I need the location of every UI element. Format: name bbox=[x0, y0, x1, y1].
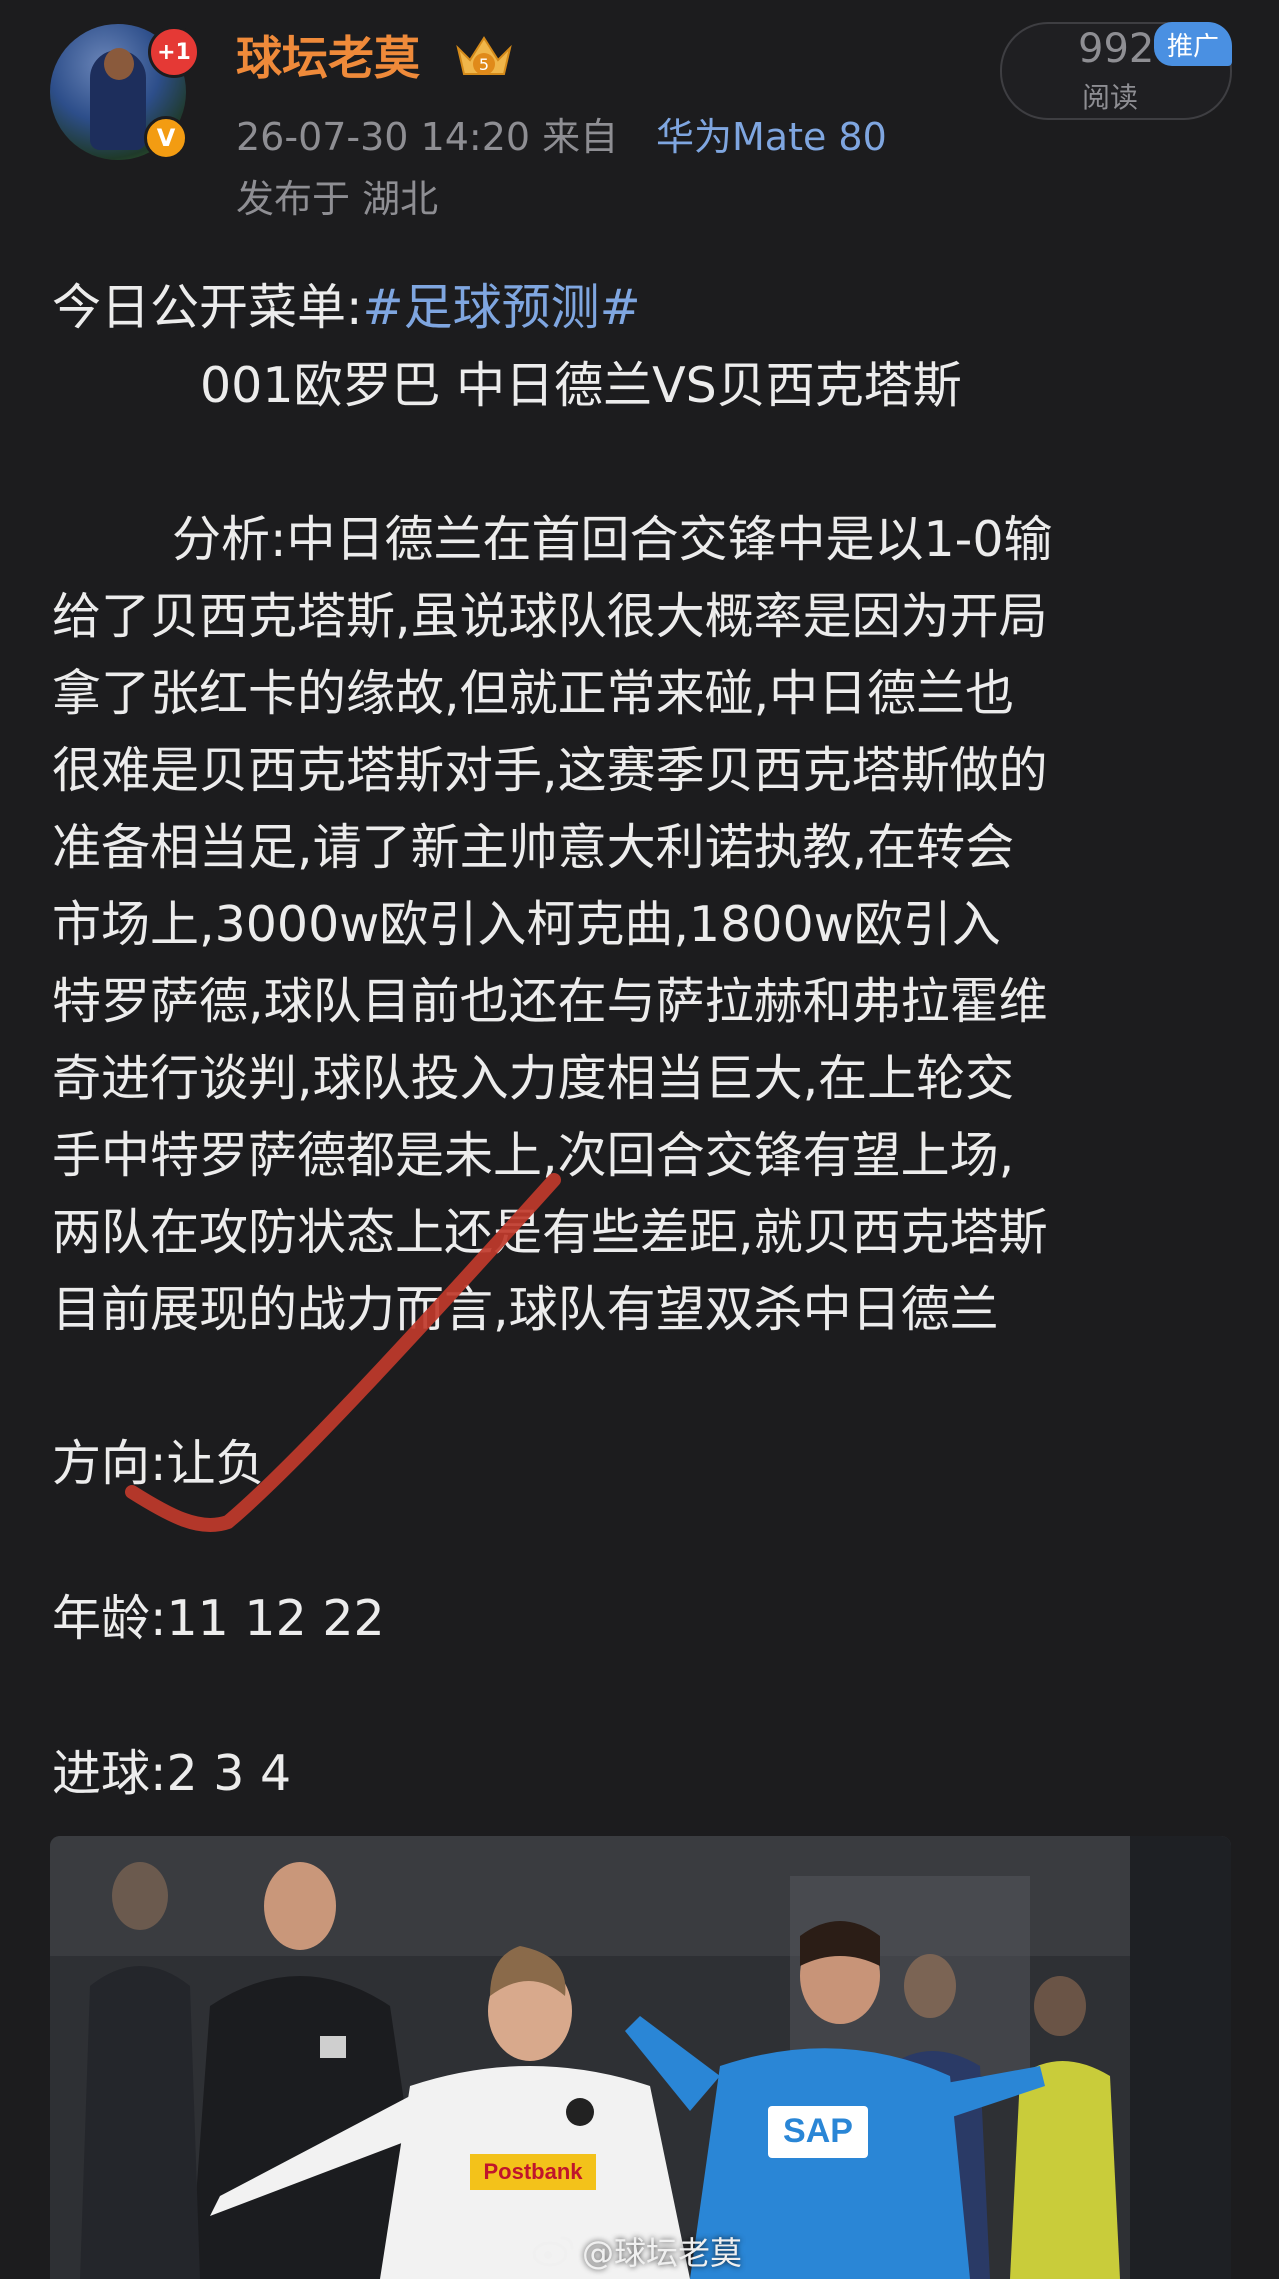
hashtag-link[interactable]: #足球预测# bbox=[363, 279, 641, 336]
weibo-logo-icon bbox=[532, 2236, 574, 2267]
level-crown-icon: 5 bbox=[456, 36, 512, 75]
football-match-image: Postbank SAP bbox=[50, 1836, 1231, 2279]
analysis-line: 特罗萨德,球队目前也还在与萨拉赫和弗拉霍维 bbox=[52, 973, 1048, 1030]
prediction-goals: 进球:2 3 4 bbox=[52, 1745, 292, 1802]
post-photo[interactable]: Postbank SAP bbox=[50, 1836, 1231, 2279]
promote-tag[interactable]: 推广 bbox=[1154, 22, 1232, 66]
analysis-line: 分析:中日德兰在首回合交锋中是以1-0输 bbox=[172, 511, 1053, 568]
match-title: 001欧罗巴 中日德兰VS贝西克塔斯 bbox=[200, 357, 962, 414]
post-timestamp: 26-07-30 14:20 来自 bbox=[236, 115, 619, 159]
analysis-line: 给了贝西克塔斯,虽说球队很大概率是因为开局 bbox=[52, 588, 1048, 645]
verified-badge-icon: V bbox=[144, 116, 188, 160]
read-count: 992 bbox=[1078, 26, 1155, 72]
prediction-age: 年龄:11 12 22 bbox=[52, 1590, 385, 1647]
image-watermark: @球坛老莫 bbox=[582, 2234, 743, 2272]
avatar-player-face bbox=[104, 48, 134, 80]
device-link[interactable]: 华为Mate 80 bbox=[656, 106, 887, 161]
postbank-sponsor-text: Postbank bbox=[483, 2159, 583, 2184]
level-number: 5 bbox=[479, 55, 489, 74]
topic-line: 今日公开菜单:#足球预测# bbox=[52, 268, 641, 339]
analysis-line: 很难是贝西克塔斯对手,这赛季贝西克塔斯做的 bbox=[52, 742, 1048, 799]
analysis-line: 奇进行谈判,球队投入力度相当巨大,在上轮交 bbox=[52, 1050, 1015, 1107]
analysis-line: 准备相当足,请了新主帅意大利诺执教,在转会 bbox=[52, 819, 1015, 876]
notification-badge: +1 bbox=[148, 26, 200, 78]
analysis-line: 拿了张红卡的缘故,但就正常来碰,中日德兰也 bbox=[52, 665, 1015, 722]
red-check-mark bbox=[125, 1173, 561, 1532]
read-label: 阅读 bbox=[1082, 81, 1139, 114]
post-location: 发布于 湖北 bbox=[236, 177, 439, 221]
analysis-line: 市场上,3000w欧引入柯克曲,1800w欧引入 bbox=[52, 896, 1001, 953]
sap-jersey-text: SAP bbox=[783, 2112, 853, 2150]
topic-prefix: 今日公开菜单: bbox=[52, 279, 363, 336]
username[interactable]: 球坛老莫 bbox=[236, 22, 420, 88]
